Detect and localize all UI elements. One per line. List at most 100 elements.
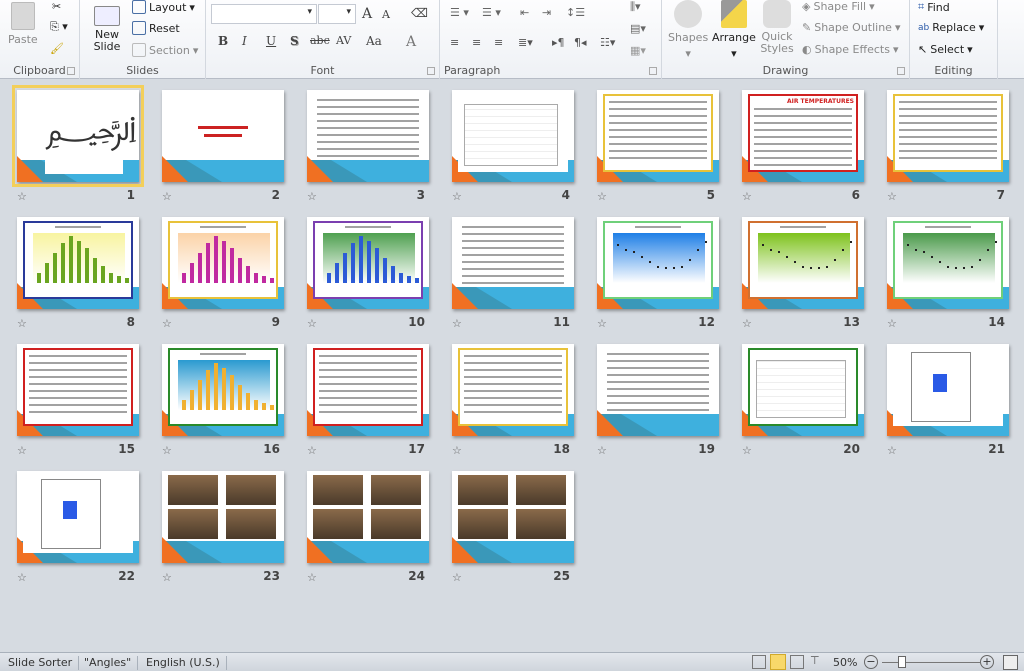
transition-star-icon: ☆ xyxy=(17,190,27,203)
line-spacing-icon[interactable]: ↕☰ xyxy=(566,6,585,19)
language-indicator[interactable]: English (U.S.) xyxy=(140,656,227,670)
ltr-icon[interactable]: ▸¶ xyxy=(552,36,565,49)
text-line xyxy=(464,355,562,357)
strikethrough-button[interactable]: abc xyxy=(310,34,330,47)
reading-view-icon[interactable] xyxy=(790,655,804,669)
font-color-button[interactable]: A xyxy=(406,34,416,50)
drawing-launcher[interactable] xyxy=(897,67,905,75)
shape-effects-button[interactable]: ◐ Shape Effects ▾ xyxy=(802,43,898,56)
zoom-slider[interactable] xyxy=(882,656,980,668)
font-launcher[interactable] xyxy=(427,67,435,75)
zoom-level[interactable]: 50% xyxy=(833,656,857,669)
slide-thumbnail[interactable] xyxy=(597,217,719,309)
slide-thumbnail[interactable] xyxy=(162,217,284,309)
select-button[interactable]: ↖ Select ▾ xyxy=(918,43,973,56)
chart-bar xyxy=(109,273,113,283)
text-line xyxy=(319,383,417,385)
find-button[interactable]: ⌗ Find xyxy=(918,0,950,14)
slide-thumbnail[interactable] xyxy=(307,344,429,436)
reset-button[interactable]: Reset xyxy=(132,21,180,35)
shrink-font-button[interactable]: A xyxy=(382,8,390,21)
align-right-icon[interactable]: ≡ xyxy=(494,36,503,49)
zoom-out-button[interactable]: − xyxy=(864,655,878,669)
bold-button[interactable]: B xyxy=(218,34,228,48)
slide-thumbnail[interactable] xyxy=(597,90,719,182)
replace-button[interactable]: ab Replace ▾ xyxy=(918,21,984,34)
slide-number: 10 xyxy=(408,315,425,329)
slide-thumbnail[interactable] xyxy=(452,90,574,182)
slide-thumbnail[interactable] xyxy=(162,471,284,563)
slide-thumbnail[interactable] xyxy=(17,344,139,436)
normal-view-icon[interactable] xyxy=(752,655,766,669)
slide-thumbnail[interactable] xyxy=(742,217,864,309)
chart-plot xyxy=(613,233,707,283)
clear-formatting-icon[interactable]: ⌫ xyxy=(411,6,428,20)
slide-thumbnail[interactable] xyxy=(307,217,429,309)
rtl-icon[interactable]: ¶◂ xyxy=(574,36,587,49)
smartart-icon[interactable]: ▦▾ xyxy=(630,44,646,57)
italic-button[interactable]: I xyxy=(242,34,247,48)
text-line xyxy=(464,362,562,364)
increase-indent-icon[interactable]: ⇥ xyxy=(542,6,551,19)
zoom-slider-thumb[interactable] xyxy=(898,656,906,668)
arrange-button[interactable]: Arrange ▾ xyxy=(712,0,756,60)
clipboard-launcher[interactable] xyxy=(67,67,75,75)
slide-thumbnail[interactable] xyxy=(162,90,284,182)
binoculars-icon: ⌗ xyxy=(918,0,925,13)
slide-thumbnail[interactable] xyxy=(452,471,574,563)
align-center-icon[interactable]: ≡ xyxy=(472,36,481,49)
format-painter-icon[interactable]: 🖌 xyxy=(50,42,64,55)
shadow-button[interactable]: S xyxy=(290,34,299,48)
slide-thumbnail[interactable] xyxy=(307,90,429,182)
transition-star-icon: ☆ xyxy=(17,444,27,457)
chart-bar xyxy=(222,367,226,410)
slideshow-icon[interactable]: ⊤ xyxy=(810,654,820,667)
slide-thumbnail[interactable] xyxy=(887,344,1009,436)
slide-thumbnail[interactable] xyxy=(162,344,284,436)
shape-fill-button[interactable]: ◈ Shape Fill ▾ xyxy=(802,0,875,13)
numbering-icon[interactable]: ☰ ▾ xyxy=(482,6,501,19)
quick-styles-button[interactable]: Quick Styles xyxy=(760,0,794,55)
grow-font-button[interactable]: A xyxy=(362,6,372,22)
fit-to-window-icon[interactable] xyxy=(1003,655,1018,670)
paragraph-launcher[interactable] xyxy=(649,67,657,75)
slide-thumbnail[interactable]: ﷽ xyxy=(12,85,144,187)
slide-thumbnail[interactable] xyxy=(307,471,429,563)
font-size-combo[interactable]: ▾ xyxy=(318,4,356,24)
new-slide-button[interactable]: New Slide xyxy=(92,6,122,53)
cut-icon[interactable]: ✂ xyxy=(52,0,61,13)
bullets-icon[interactable]: ☰ ▾ xyxy=(450,6,469,19)
align-left-icon[interactable]: ≡ xyxy=(450,36,459,49)
change-case-button[interactable]: Aa xyxy=(366,34,382,48)
slide-thumbnail[interactable] xyxy=(887,90,1009,182)
slide-number: 23 xyxy=(263,569,280,583)
slide-thumbnail[interactable] xyxy=(17,471,139,563)
align-text-icon[interactable]: ▤▾ xyxy=(630,22,646,35)
slide-thumbnail[interactable] xyxy=(597,344,719,436)
zoom-in-button[interactable]: + xyxy=(980,655,994,669)
photo xyxy=(226,475,276,505)
columns-icon[interactable]: ☷▾ xyxy=(600,36,615,49)
slide-thumbnail[interactable]: AIR TEMPERATURES xyxy=(742,90,864,182)
font-name-combo[interactable]: ▾ xyxy=(211,4,317,24)
shapes-button[interactable]: Shapes ▾ xyxy=(668,0,708,60)
justify-icon[interactable]: ≣▾ xyxy=(518,36,533,49)
paste-button[interactable]: Paste xyxy=(8,2,38,46)
underline-button[interactable]: U xyxy=(266,34,276,48)
theme-indicator[interactable]: "Angles" xyxy=(78,656,139,670)
decrease-indent-icon[interactable]: ⇤ xyxy=(520,6,529,19)
chart-bar xyxy=(367,240,371,283)
slide-thumbnail[interactable] xyxy=(887,217,1009,309)
slide-thumbnail[interactable] xyxy=(452,217,574,309)
slide-thumbnail[interactable] xyxy=(452,344,574,436)
copy-icon[interactable]: ⎘ ▾ xyxy=(50,20,68,34)
slide-sorter-view-icon[interactable] xyxy=(770,654,786,670)
layout-button[interactable]: Layout ▾ xyxy=(132,0,195,14)
slide-thumbnail[interactable] xyxy=(742,344,864,436)
text-direction-icon[interactable]: ⫼▾ xyxy=(630,0,641,14)
slide-thumbnail[interactable] xyxy=(17,217,139,309)
shape-outline-button[interactable]: ✎ Shape Outline ▾ xyxy=(802,21,901,34)
transition-star-icon: ☆ xyxy=(452,317,462,330)
character-spacing-button[interactable]: AV xyxy=(336,34,351,47)
section-button[interactable]: Section ▾ xyxy=(132,43,198,57)
